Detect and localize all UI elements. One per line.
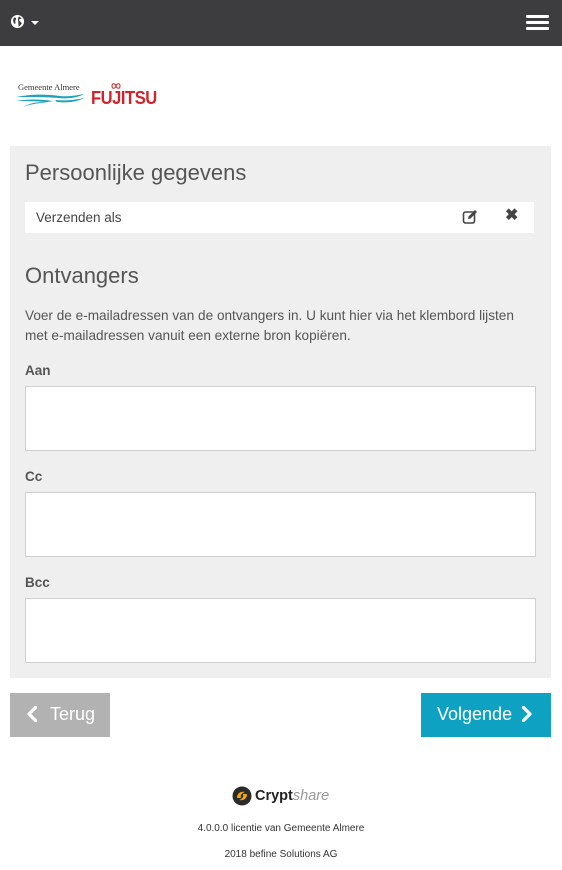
recipients-description: Voer de e-mailadressen van de ontvangers…: [25, 308, 514, 343]
hamburger-icon-bar: [526, 27, 549, 30]
language-dropdown[interactable]: [10, 12, 42, 34]
bcc-field[interactable]: [25, 598, 536, 663]
sender-label: Verzenden als: [36, 210, 122, 225]
back-button-label: Terug: [50, 704, 96, 724]
next-button[interactable]: Volgende: [421, 693, 551, 737]
cc-field-label: Cc: [25, 469, 43, 484]
brand-sub: share: [292, 788, 330, 804]
almere-logo: Gemeente Almere: [15, 82, 87, 112]
close-icon[interactable]: ✖: [505, 208, 518, 224]
edit-icon[interactable]: [462, 209, 478, 225]
to-field[interactable]: [25, 386, 536, 451]
top-navbar: [0, 0, 562, 46]
globe-icon: [10, 14, 25, 29]
almere-waves-icon: [16, 94, 84, 107]
cryptshare-logo: Cryptshare: [232, 786, 332, 808]
hamburger-icon-bar: [526, 15, 549, 18]
personal-data-heading: Persoonlijke gegevens: [25, 160, 247, 185]
copyright-text: 2018 befine Solutions AG: [224, 849, 338, 860]
back-button[interactable]: Terug: [10, 693, 110, 737]
chevron-down-icon: [31, 21, 39, 25]
sender-row: Verzenden als ✖: [25, 202, 534, 233]
brand-main: Crypt: [255, 788, 293, 804]
recipients-heading: Ontvangers: [25, 263, 139, 288]
next-button-label: Volgende: [437, 704, 513, 724]
license-text: 4.0.0.0 licentie van Gemeente Almere: [197, 823, 365, 834]
cryptshare-logo-icon: [232, 786, 252, 806]
hamburger-icon-bar: [526, 21, 549, 24]
fujitsu-logo: FUJITSU: [91, 88, 157, 108]
chevron-right-icon: [521, 706, 532, 722]
main-panel: Persoonlijke gegevens Verzenden als ✖ On…: [10, 146, 551, 678]
menu-button[interactable]: [526, 14, 550, 32]
bcc-field-label: Bcc: [25, 575, 50, 590]
cc-field[interactable]: [25, 492, 536, 557]
chevron-left-icon: [27, 706, 38, 722]
cryptshare-logo-text: Cryptshare: [255, 788, 329, 804]
to-field-label: Aan: [25, 363, 51, 378]
